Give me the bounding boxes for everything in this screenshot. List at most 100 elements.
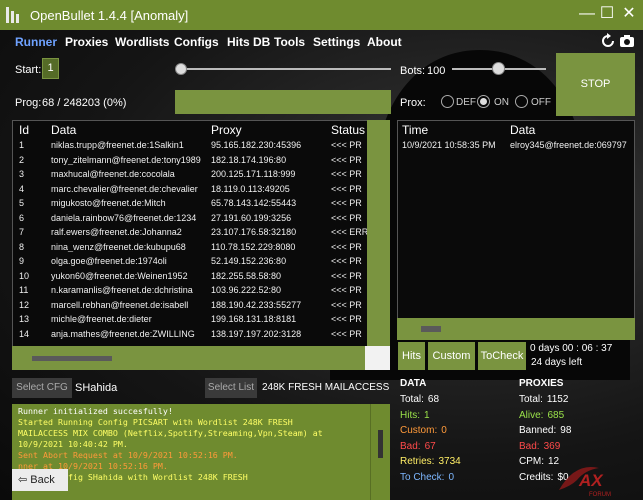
table-row[interactable]: 12 marcell.rebhan@freenet.de:isabell 188.1… — [13, 300, 368, 313]
stat-value: 3734 — [438, 456, 461, 467]
openbullet-window: OpenBullet 1.4.4 [Anomaly] — ☐ ✕ Runner … — [0, 0, 643, 500]
row-proxy: 23.107.176.58:32180 — [211, 227, 297, 237]
table-vertical-scrollbar[interactable] — [367, 120, 390, 348]
camera-icon[interactable] — [619, 33, 635, 49]
col-id-header[interactable]: Id — [19, 123, 29, 137]
select-cfg-button[interactable]: Select CFG — [12, 378, 72, 398]
menu-runner[interactable]: Runner — [15, 35, 57, 49]
row-proxy: 95.165.182.230:45396 — [211, 140, 302, 150]
menu-wordlists[interactable]: Wordlists — [115, 35, 169, 49]
menu-configs[interactable]: Configs — [174, 35, 219, 49]
stop-button[interactable]: STOP — [556, 53, 635, 116]
row-data: maxhucal@freenet.de:cocolala — [51, 169, 175, 179]
scroll-thumb[interactable] — [378, 430, 383, 458]
stat-value: 0 — [448, 471, 455, 483]
svg-text:AX: AX — [578, 471, 604, 490]
row-data: nina_wenz@freenet.de:kubupu68 — [51, 241, 186, 252]
stat-label: To Check: — [400, 471, 445, 483]
table-row[interactable]: 14 anja.mathes@freenet.de:ZWILLING 138.197… — [13, 329, 368, 342]
runner-data-table[interactable]: Id Data Proxy Status 1 niklas.trupp@freen… — [12, 120, 390, 348]
row-status: <<< PR — [331, 270, 362, 281]
row-id: 6 — [19, 212, 25, 223]
proxy-off-label: OFF — [531, 97, 551, 108]
col-proxy-header[interactable]: Proxy — [211, 123, 242, 137]
col-status-header[interactable]: Status — [331, 123, 365, 137]
table-row[interactable]: 11 n.karamanlis@freenet.de:dchristina 103.… — [13, 285, 368, 298]
row-status: <<< PR — [331, 169, 362, 179]
row-data: daniela.rainbow76@freenet.de:1234 — [51, 212, 197, 223]
back-button[interactable]: ⇦ Back — [12, 469, 68, 491]
row-status: <<< PR — [331, 212, 362, 223]
hits-table[interactable]: Time Data 10/9/2021 10:58:35 PM elroy345… — [397, 120, 635, 340]
row-id: 7 — [19, 227, 25, 237]
proxy-on-radio[interactable] — [477, 95, 490, 108]
row-proxy: 182.255.58.58:80 — [211, 270, 282, 281]
stat-label: Total: — [400, 394, 424, 405]
log-line: Sent Abort Request at 10/9/2021 10:52:16… — [18, 450, 238, 460]
runner-log[interactable]: Runner initialized succesfully! Started R… — [12, 404, 390, 500]
proxies-stat-3: Bad: 369 — [519, 441, 560, 452]
table-row[interactable]: 9 olga.goe@freenet.de:1974oli 52.149.152.2… — [13, 256, 368, 269]
hit-time: 10/9/2021 10:58:35 PM — [402, 140, 496, 150]
menu-tools[interactable]: Tools — [274, 35, 305, 49]
table-row[interactable]: 6 daniela.rainbow76@freenet.de:1234 27.191… — [13, 213, 368, 226]
table-row[interactable]: 7 ralf.ewers@freenet.de:Johanna2 23.107.17… — [13, 227, 368, 240]
row-status: <<< PR — [331, 328, 362, 339]
row-proxy: 52.149.152.236:80 — [211, 256, 287, 266]
menu-proxies[interactable]: Proxies — [65, 35, 108, 49]
col-data-header[interactable]: Data — [51, 123, 76, 137]
scroll-thumb[interactable] — [421, 326, 441, 332]
data-stat-5: To Check: 0 — [400, 472, 454, 483]
select-list-button[interactable]: Select List — [205, 378, 257, 398]
row-id: 10 — [19, 270, 30, 281]
title-bar[interactable]: OpenBullet 1.4.4 [Anomaly] — ☐ ✕ — [0, 0, 643, 30]
hit-data: elroy345@freenet.de:069797 — [510, 140, 627, 150]
refresh-icon[interactable] — [600, 33, 616, 49]
stat-label: Total: — [519, 394, 543, 405]
log-scrollbar[interactable] — [370, 404, 390, 500]
row-proxy: 18.119.0.113:49205 — [211, 183, 290, 194]
table-row[interactable]: 10/9/2021 10:58:35 PM elroy345@freenet.d… — [398, 140, 634, 153]
proxy-off-radio[interactable] — [515, 95, 528, 108]
custom-filter-button[interactable]: Custom — [428, 342, 475, 370]
row-proxy: 138.197.197.202:3128 — [211, 328, 302, 339]
col-hit-data-header[interactable]: Data — [510, 123, 535, 137]
start-slider-thumb[interactable] — [175, 63, 187, 75]
table-row[interactable]: 1 niklas.trupp@freenet.de:1Salkin1 95.165.… — [13, 140, 368, 153]
start-slider-track[interactable] — [176, 68, 391, 70]
start-label: Start: — [15, 64, 42, 76]
proxy-stats-title: PROXIES — [519, 378, 564, 389]
selected-wordlist-name: 248K FRESH MAILACCESS MIX — [262, 382, 392, 393]
row-data: marc.chevalier@freenet.de:chevalier — [51, 183, 198, 194]
hits-horizontal-scrollbar[interactable] — [397, 318, 635, 340]
start-input[interactable]: 1 — [42, 58, 59, 79]
maximize-button[interactable]: ☐ — [598, 5, 616, 23]
minimize-button[interactable]: — — [578, 5, 596, 23]
stat-value: 98 — [560, 425, 572, 436]
scroll-thumb[interactable] — [32, 356, 112, 361]
menu-hits-db[interactable]: Hits DB — [227, 35, 270, 49]
hits-filter-button[interactable]: Hits — [398, 342, 425, 370]
stat-value: 0 — [441, 425, 447, 436]
stat-label: Alive: — [519, 409, 544, 421]
table-row[interactable]: 3 maxhucal@freenet.de:cocolala 200.125.171… — [13, 169, 368, 182]
tocheck-filter-button[interactable]: ToCheck — [478, 342, 526, 370]
row-data: ralf.ewers@freenet.de:Johanna2 — [51, 227, 182, 237]
table-row[interactable]: 13 michle@freenet.de:dieter 199.168.131.18… — [13, 314, 368, 327]
proxy-def-radio[interactable] — [441, 95, 454, 108]
row-data: n.karamanlis@freenet.de:dchristina — [51, 285, 193, 295]
menu-settings[interactable]: Settings — [313, 35, 360, 49]
table-row[interactable]: 10 yukon60@freenet.de:Weinen1952 182.255.5… — [13, 271, 368, 284]
table-row[interactable]: 2 tony_zitelmann@freenet.de:tony1989 182.1… — [13, 155, 368, 168]
col-time-header[interactable]: Time — [402, 123, 428, 137]
menu-about[interactable]: About — [367, 35, 402, 49]
table-row[interactable]: 8 nina_wenz@freenet.de:kubupu68 110.78.152… — [13, 242, 368, 255]
close-button[interactable]: ✕ — [620, 5, 638, 23]
table-horizontal-scrollbar[interactable] — [12, 346, 365, 370]
row-status: <<< PR — [331, 285, 362, 295]
table-row[interactable]: 4 marc.chevalier@freenet.de:chevalier 18.1… — [13, 184, 368, 197]
log-line: MAILACCESS MIX COMBO (Netflix,Spotify,St… — [18, 428, 323, 438]
bots-slider-thumb[interactable] — [492, 62, 505, 75]
table-row[interactable]: 5 migukosto@freenet.de:Mitch 65.78.143.142… — [13, 198, 368, 211]
log-line: Started Running Config PICSART with Word… — [18, 417, 293, 427]
